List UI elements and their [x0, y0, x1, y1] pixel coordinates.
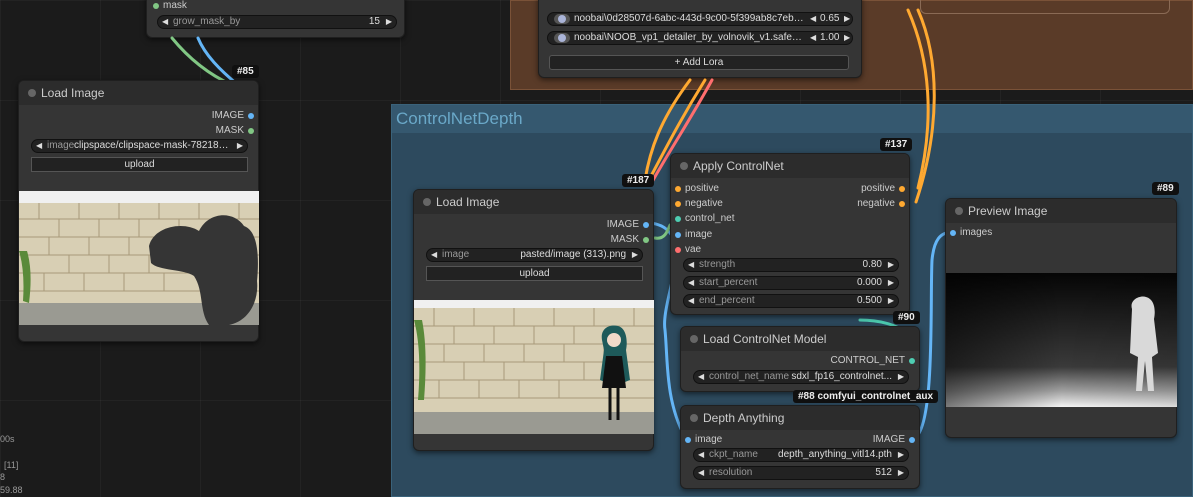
chevron-right-icon: ▶ — [385, 17, 392, 26]
lora-strength-1[interactable]: 0.65 — [820, 13, 839, 25]
node-badge-85: #85 — [232, 65, 259, 78]
vae-input-slot[interactable]: vae — [675, 243, 701, 257]
lora-toggle-1[interactable] — [554, 14, 570, 24]
positive-output-slot[interactable]: positive — [861, 182, 905, 196]
lora-loader-node[interactable]: noobai\0d28507d-6abc-443d-9c00-5f399ab8c… — [538, 0, 862, 78]
collapse-dot-icon[interactable] — [955, 207, 963, 215]
node-badge-89: #89 — [1152, 182, 1179, 195]
grow-mask-widget[interactable]: ◀ grow_mask_by 15 ▶ — [157, 15, 397, 29]
stats-overlay: 00s [11] 8 59.88 — [0, 432, 60, 497]
chevron-left-icon: ◀ — [688, 278, 695, 287]
stat-line-2: [11] — [4, 460, 19, 470]
collapse-dot-icon[interactable] — [423, 198, 431, 206]
images-input-slot[interactable]: images — [950, 226, 992, 240]
chevron-left-icon: ◀ — [431, 250, 438, 259]
chevron-left-icon: ◀ — [162, 17, 169, 26]
lora-strength-2[interactable]: 1.00 — [820, 32, 839, 44]
lora-row-2[interactable]: noobai\NOOB_vp1_detailer_by_volnovik_v1.… — [547, 31, 853, 45]
node-title[interactable]: Load Image — [414, 190, 653, 214]
chevron-left-icon: ◀ — [698, 372, 705, 381]
right-panel-edge — [920, 0, 1170, 14]
chevron-left-icon: ◀ — [688, 260, 695, 269]
upload-button[interactable]: upload — [31, 157, 248, 172]
control-net-name-widget[interactable]: ◀ control_net_name sdxl_fp16_controlnet...… — [693, 370, 909, 384]
strength-widget[interactable]: ◀ strength 0.80 ▶ — [683, 258, 899, 272]
group-title: ControlNetDepth — [396, 109, 523, 128]
chevron-right-icon[interactable]: ▶ — [844, 32, 850, 44]
load-image-node-187[interactable]: Load Image IMAGE MASK ◀ image pasted/ima… — [413, 189, 654, 451]
resolution-widget[interactable]: ◀ resolution 512 ▶ — [693, 466, 909, 480]
depth-preview-image — [946, 273, 1177, 407]
negative-output-slot[interactable]: negative — [857, 197, 905, 211]
mask-node[interactable]: mask ◀ grow_mask_by 15 ▶ — [146, 0, 405, 38]
node-title[interactable]: Depth Anything — [681, 406, 919, 430]
image-select-widget[interactable]: ◀ image clipspace/clipspace-mask-782185.… — [31, 139, 248, 153]
collapse-dot-icon[interactable] — [680, 162, 688, 170]
chevron-right-icon: ▶ — [897, 372, 904, 381]
node-title[interactable]: Load Image — [19, 81, 258, 105]
image-input-slot[interactable]: image — [675, 228, 712, 242]
node-title[interactable]: Preview Image — [946, 199, 1176, 223]
image-output-slot[interactable]: IMAGE — [212, 109, 254, 123]
add-lora-button[interactable]: + Add Lora — [549, 55, 849, 70]
chevron-right-icon: ▶ — [631, 250, 638, 259]
collapse-dot-icon[interactable] — [28, 89, 36, 97]
chevron-left-icon: ◀ — [698, 450, 705, 459]
node-badge-90: #90 — [893, 311, 920, 324]
image-preview-wall — [19, 191, 259, 325]
upload-button[interactable]: upload — [426, 266, 643, 281]
chevron-right-icon: ▶ — [887, 296, 894, 305]
stat-line-4: 59.88 — [0, 485, 23, 495]
chevron-left-icon: ◀ — [698, 468, 705, 477]
lora-name-1: noobai\0d28507d-6abc-443d-9c00-5f399ab8c… — [574, 13, 804, 24]
chevron-right-icon: ▶ — [897, 450, 904, 459]
chevron-left-icon[interactable]: ◀ — [810, 13, 816, 25]
mask-slot[interactable]: mask — [153, 0, 187, 13]
chevron-right-icon: ▶ — [887, 278, 894, 287]
apply-controlnet-node[interactable]: Apply ControlNet positive negative contr… — [670, 153, 910, 315]
node-title[interactable]: Load ControlNet Model — [681, 327, 919, 351]
load-controlnet-node[interactable]: Load ControlNet Model CONTROL_NET ◀ contr… — [680, 326, 920, 392]
ckpt-name-widget[interactable]: ◀ ckpt_name depth_anything_vitl14.pth ▶ — [693, 448, 909, 462]
lora-name-2: noobai\NOOB_vp1_detailer_by_volnovik_v1.… — [574, 32, 804, 43]
start-percent-widget[interactable]: ◀ start_percent 0.000 ▶ — [683, 276, 899, 290]
load-image-node-85[interactable]: Load Image IMAGE MASK ◀ image clipspace/… — [18, 80, 259, 342]
collapse-dot-icon[interactable] — [690, 414, 698, 422]
negative-input-slot[interactable]: negative — [675, 197, 723, 211]
chevron-right-icon: ▶ — [236, 141, 243, 150]
node-badge-88: #88 comfyui_controlnet_aux — [793, 390, 939, 403]
lora-row-1[interactable]: noobai\0d28507d-6abc-443d-9c00-5f399ab8c… — [547, 12, 853, 26]
image-output-slot[interactable]: IMAGE — [607, 218, 649, 232]
chevron-right-icon: ▶ — [887, 260, 894, 269]
depth-anything-node[interactable]: Depth Anything image IMAGE ◀ ckpt_name dep… — [680, 405, 920, 489]
mask-output-slot[interactable]: MASK — [216, 124, 254, 138]
chevron-left-icon: ◀ — [688, 296, 695, 305]
image-preview-girl — [414, 300, 654, 434]
stat-line-1: 00s — [0, 434, 15, 444]
node-badge-137: #137 — [880, 138, 913, 151]
positive-input-slot[interactable]: positive — [675, 182, 719, 196]
preview-image-node[interactable]: Preview Image images — [945, 198, 1177, 438]
chevron-right-icon: ▶ — [897, 468, 904, 477]
image-input-slot[interactable]: image — [685, 433, 722, 447]
chevron-left-icon[interactable]: ◀ — [810, 32, 816, 44]
control-net-input-slot[interactable]: control_net — [675, 212, 734, 226]
node-badge-187: #187 — [622, 174, 655, 187]
image-output-slot[interactable]: IMAGE — [873, 433, 915, 447]
end-percent-widget[interactable]: ◀ end_percent 0.500 ▶ — [683, 294, 899, 308]
lora-toggle-2[interactable] — [554, 33, 570, 43]
node-title[interactable]: Apply ControlNet — [671, 154, 909, 178]
collapse-dot-icon[interactable] — [690, 335, 698, 343]
chevron-right-icon[interactable]: ▶ — [844, 13, 850, 25]
chevron-left-icon: ◀ — [36, 141, 43, 150]
control-net-output-slot[interactable]: CONTROL_NET — [831, 354, 915, 368]
image-select-widget[interactable]: ◀ image pasted/image (313).png ▶ — [426, 248, 643, 262]
stat-line-3: 8 — [0, 472, 6, 482]
mask-output-slot[interactable]: MASK — [611, 233, 649, 247]
